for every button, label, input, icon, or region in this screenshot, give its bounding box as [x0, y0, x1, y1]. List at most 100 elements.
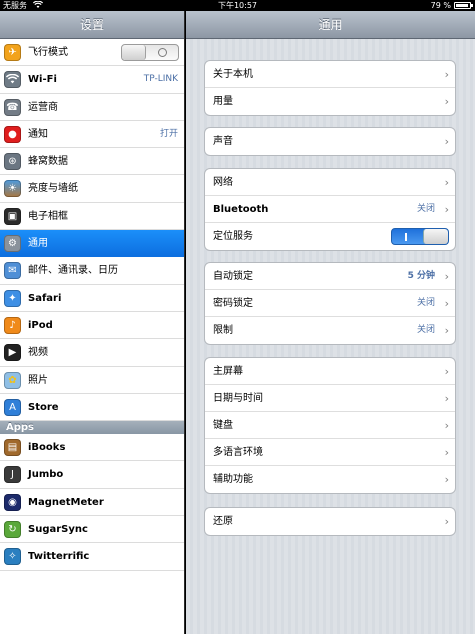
row-label: 多语言环境: [213, 447, 263, 458]
row-label: Bluetooth: [213, 204, 269, 215]
location-services-toggle[interactable]: [391, 228, 449, 245]
sidebar-item-store[interactable]: A Store: [0, 393, 184, 422]
sidebar-item-label: Twitterrific: [28, 551, 90, 563]
notifications-value: 打开: [159, 128, 178, 139]
chevron-right-icon: ›: [444, 270, 449, 283]
auto-lock-row[interactable]: 自动锁定 5 分钟 ›: [205, 263, 455, 290]
home-screen-row[interactable]: 主屏幕 ›: [205, 358, 455, 385]
sidebar-item-brightness-wallpaper[interactable]: ☀ 亮度与墙纸: [0, 175, 184, 203]
row-label: 定位服务: [213, 231, 253, 242]
wifi-network-value: TP-LINK: [143, 74, 178, 85]
bluetooth-row[interactable]: Bluetooth 关闭 ›: [205, 196, 455, 223]
apps-section-header: Apps: [0, 421, 184, 435]
cellular-icon: ⊛: [4, 153, 21, 171]
row-label: 用量: [213, 96, 233, 107]
sidebar-item-label: MagnetMeter: [28, 496, 104, 508]
wifi-icon: [4, 71, 21, 89]
sidebar-item-label: SugarSync: [28, 524, 88, 536]
chevron-right-icon: ›: [444, 297, 449, 310]
accessibility-row[interactable]: 辅助功能 ›: [205, 466, 455, 493]
carrier-phone-icon: ☎: [4, 98, 21, 116]
mail-icon: ✉: [4, 262, 21, 280]
ipod-icon: ♪: [4, 316, 21, 334]
picture-frame-icon: ▣: [4, 207, 21, 225]
reset-group: 还原 ›: [204, 507, 456, 536]
sidebar-item-wifi[interactable]: Wi-Fi TP-LINK: [0, 66, 184, 94]
chevron-right-icon: ›: [444, 473, 449, 486]
row-label: 还原: [213, 516, 233, 527]
home-date-group: 主屏幕 › 日期与时间 › 键盘 › 多语言环境 › 辅助功能 ›: [204, 357, 456, 494]
sidebar-item-mail-contacts-calendars[interactable]: ✉ 邮件、通讯录、日历: [0, 257, 184, 285]
row-label: 自动锁定: [213, 271, 253, 282]
passcode-lock-row[interactable]: 密码锁定 关闭 ›: [205, 290, 455, 317]
sidebar-item-photos[interactable]: ✿ 照片: [0, 366, 184, 394]
row-label: 主屏幕: [213, 366, 243, 377]
sugarsync-icon: ↻: [4, 521, 21, 539]
chevron-right-icon: ›: [444, 135, 449, 148]
sidebar-item-label: 电子相框: [28, 210, 68, 222]
date-time-row[interactable]: 日期与时间 ›: [205, 385, 455, 412]
network-group: 网络 › Bluetooth 关闭 › 定位服务: [204, 168, 456, 251]
sidebar-item-label: 照片: [28, 374, 48, 386]
usage-row[interactable]: 用量 ›: [205, 88, 455, 115]
international-row[interactable]: 多语言环境 ›: [205, 439, 455, 466]
sidebar-app-sugarsync[interactable]: ↻ SugarSync: [0, 516, 184, 544]
sidebar-app-ibooks[interactable]: ▤ iBooks: [0, 434, 184, 462]
jumbo-icon: J: [4, 466, 21, 484]
sidebar-item-label: iBooks: [28, 442, 66, 454]
chevron-right-icon: ›: [444, 324, 449, 337]
passcode-lock-value: 关闭: [416, 298, 435, 308]
chevron-right-icon: ›: [444, 419, 449, 432]
twitterrific-icon: ✧: [4, 548, 21, 566]
video-icon: ▶: [4, 344, 21, 362]
sidebar-item-general[interactable]: ⚙ 通用: [0, 230, 184, 258]
clock: 下午10:57: [217, 1, 258, 10]
status-bar: 无服务 下午10:57 79 %: [0, 0, 475, 11]
location-services-row: 定位服务: [205, 223, 455, 250]
sidebar-item-cellular-data[interactable]: ⊛ 蜂窝数据: [0, 148, 184, 176]
sidebar-item-safari[interactable]: ✦ Safari: [0, 284, 184, 312]
battery-percent: 79 %: [430, 1, 451, 10]
about-usage-group: 关于本机 › 用量 ›: [204, 60, 456, 116]
sidebar-item-airplane-mode[interactable]: ✈ 飞行模式: [0, 39, 184, 67]
sidebar-app-twitterrific[interactable]: ✧ Twitterrific: [0, 543, 184, 571]
safari-compass-icon: ✦: [4, 289, 21, 307]
chevron-right-icon: ›: [444, 176, 449, 189]
sidebar-item-label: 飞行模式: [28, 47, 68, 58]
ibooks-icon: ▤: [4, 439, 21, 457]
sidebar-app-jumbo[interactable]: J Jumbo: [0, 461, 184, 489]
sounds-row[interactable]: 声音 ›: [205, 128, 455, 155]
page-title: 通用: [186, 11, 475, 39]
sidebar-item-video[interactable]: ▶ 视频: [0, 339, 184, 367]
sidebar-item-notifications[interactable]: ● 通知 打开: [0, 120, 184, 149]
chevron-right-icon: ›: [444, 515, 449, 528]
sidebar-item-carrier[interactable]: ☎ 运营商: [0, 93, 184, 121]
keyboard-row[interactable]: 键盘 ›: [205, 412, 455, 439]
restrictions-row[interactable]: 限制 关闭 ›: [205, 317, 455, 344]
sidebar-item-label: 通知: [28, 128, 48, 140]
sidebar-item-ipod[interactable]: ♪ iPod: [0, 311, 184, 340]
airplane-mode-toggle[interactable]: [121, 44, 179, 61]
sidebar-item-label: 蜂窝数据: [28, 156, 68, 168]
sidebar-app-magnetmeter[interactable]: ◉ MagnetMeter: [0, 488, 184, 517]
chevron-right-icon: ›: [444, 446, 449, 459]
photos-flower-icon: ✿: [4, 371, 21, 389]
sidebar-item-label: Store: [28, 401, 59, 413]
reset-row[interactable]: 还原 ›: [205, 508, 455, 535]
sidebar-item-label: 邮件、通讯录、日历: [28, 265, 118, 277]
magnetmeter-icon: ◉: [4, 493, 21, 511]
sidebar-item-label: 运营商: [28, 101, 58, 113]
sidebar-title: 设置: [0, 11, 184, 39]
battery-icon: [454, 2, 473, 9]
sidebar-item-label: Jumbo: [28, 469, 64, 481]
network-row[interactable]: 网络 ›: [205, 169, 455, 196]
about-row[interactable]: 关于本机 ›: [205, 61, 455, 88]
sidebar-item-picture-frame[interactable]: ▣ 电子相框: [0, 202, 184, 231]
chevron-right-icon: ›: [444, 95, 449, 108]
restrictions-value: 关闭: [416, 325, 435, 335]
row-label: 键盘: [213, 420, 233, 431]
sidebar-item-label: Wi-Fi: [28, 74, 57, 86]
row-label: 密码锁定: [213, 298, 253, 309]
brightness-icon: ☀: [4, 180, 21, 198]
row-label: 日期与时间: [213, 393, 263, 404]
